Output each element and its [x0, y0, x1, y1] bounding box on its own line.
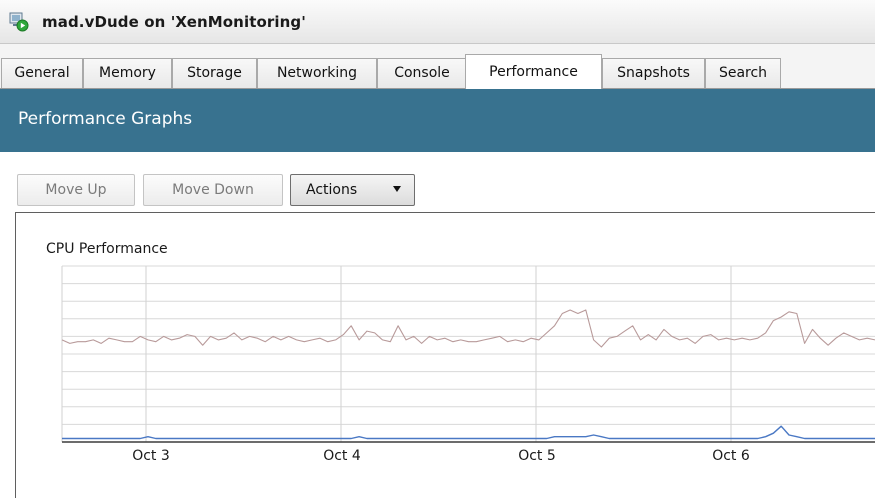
series-line-cpu-lower	[62, 425, 875, 440]
x-tick-label: Oct 6	[712, 448, 750, 464]
tab-performance[interactable]: Performance	[465, 54, 602, 89]
x-tick-label: Oct 4	[323, 448, 361, 464]
cpu-performance-chart	[61, 265, 875, 443]
x-tick-label: Oct 5	[518, 448, 556, 464]
x-tick-label: Oct 3	[132, 448, 170, 464]
performance-tab-window: mad.vDude on 'XenMonitoring' General Mem…	[0, 0, 875, 498]
series-line-cpu-upper	[61, 309, 875, 348]
